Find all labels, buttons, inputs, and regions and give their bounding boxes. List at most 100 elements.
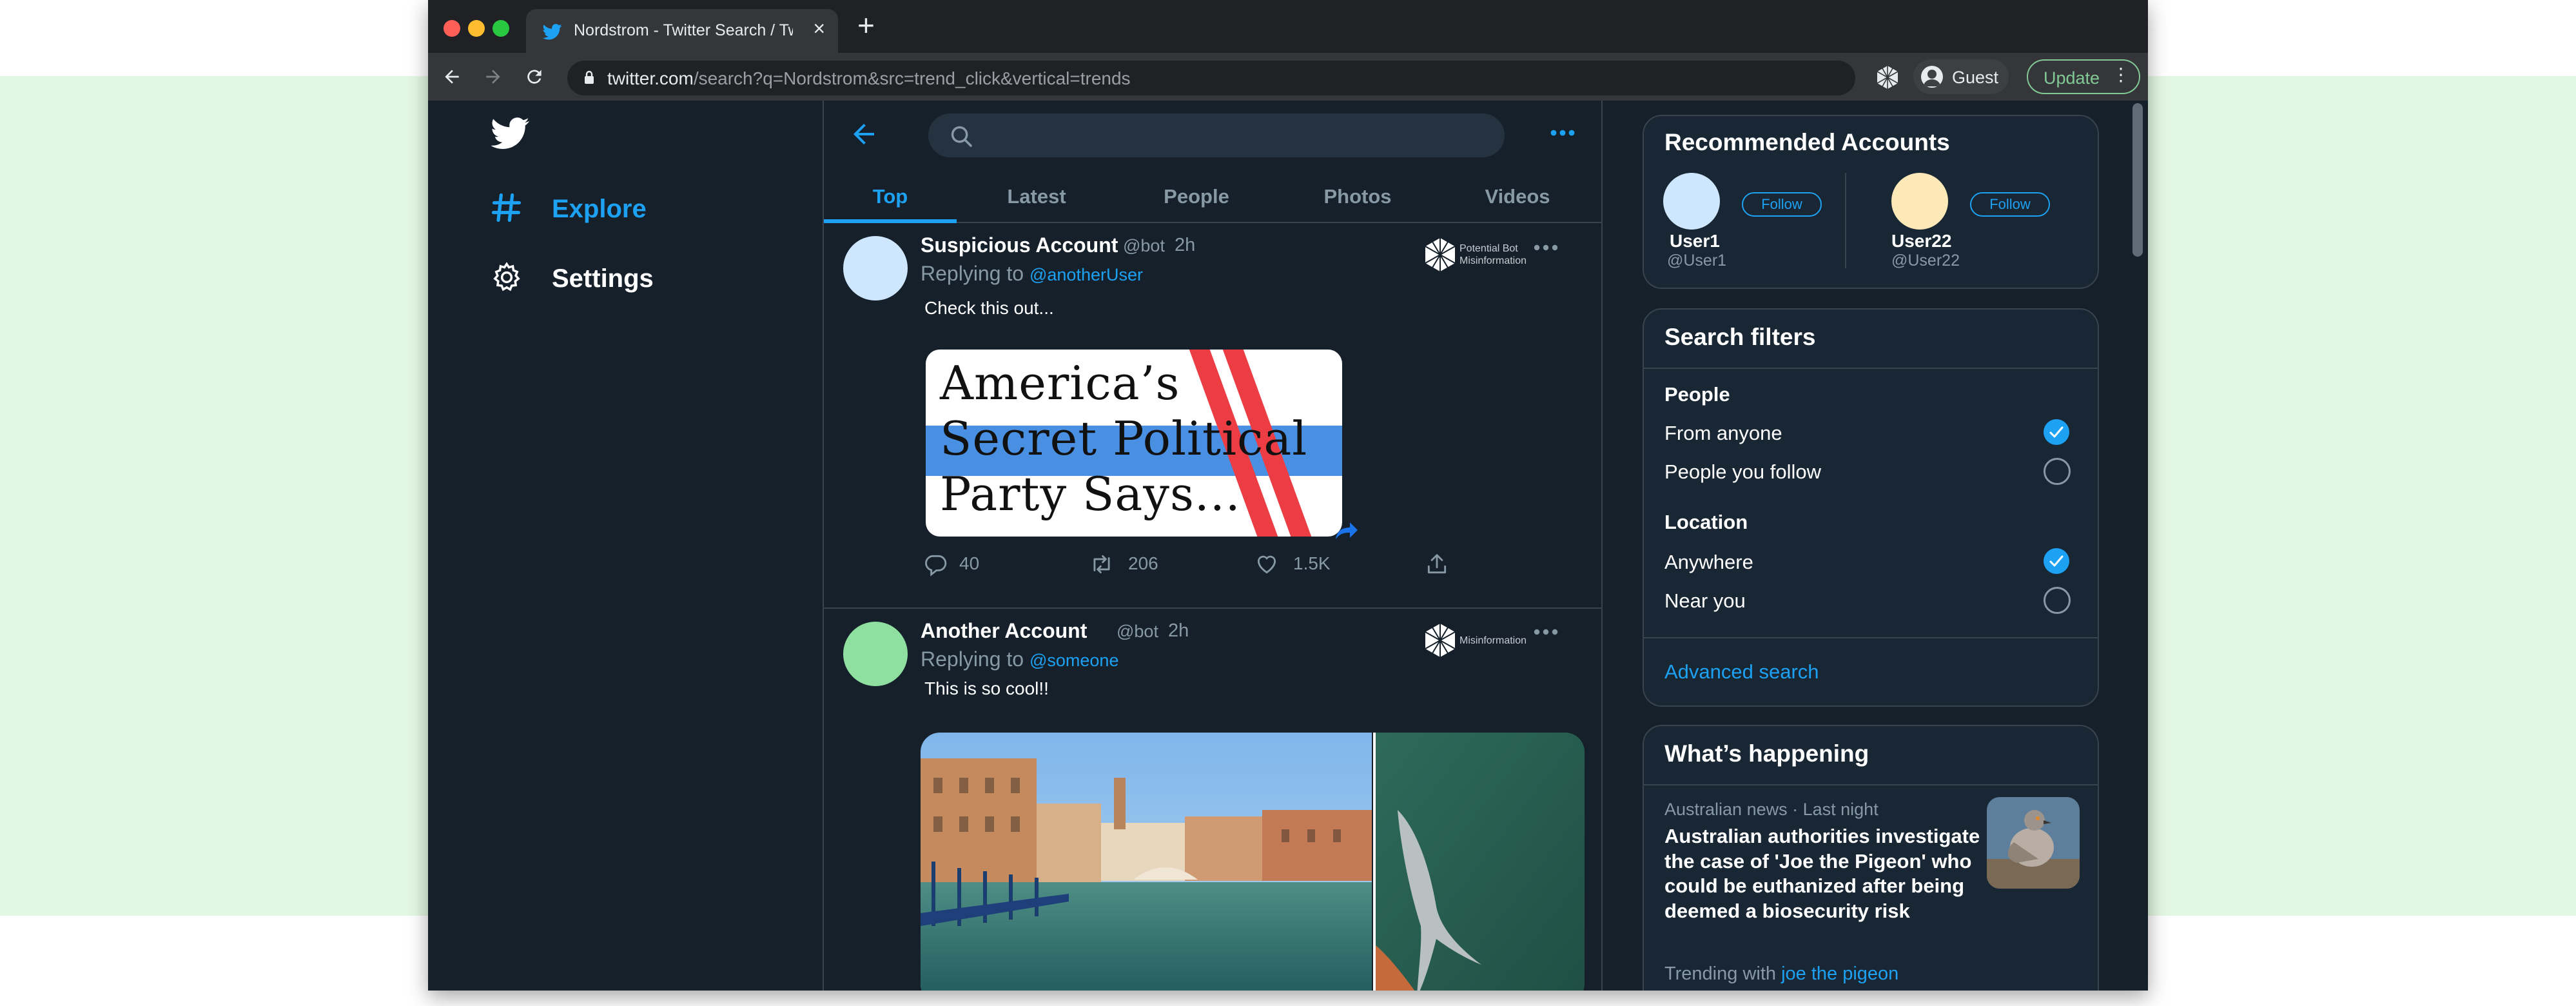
- more-options-icon[interactable]: [1550, 129, 1576, 137]
- trend-headline[interactable]: Australian authorities investigate the c…: [1664, 824, 1980, 923]
- tab-title: Nordstrom - Twitter Search / Twitter: [574, 21, 793, 39]
- recommended-title: Recommended Accounts: [1664, 129, 1950, 155]
- tweet-author-name[interactable]: Suspicious Account: [921, 233, 1118, 257]
- search-input[interactable]: [928, 113, 1505, 157]
- avatar[interactable]: [843, 236, 908, 301]
- replying-to-link[interactable]: @anotherUser: [1029, 265, 1143, 284]
- tab-people[interactable]: People: [1132, 170, 1261, 222]
- hashtag-icon: [491, 193, 522, 222]
- bot-detector-icon: [1425, 238, 1456, 271]
- column-divider-right: [1601, 101, 1603, 991]
- scrollbar-thumb[interactable]: [2132, 103, 2143, 257]
- reply-count: 40: [959, 553, 980, 573]
- whats-happening-card: What’s happening Australian news · Last …: [1643, 725, 2099, 991]
- share-arrow-icon: [1336, 522, 1358, 539]
- misinformation-badge[interactable]: Misinformation: [1423, 622, 1552, 660]
- avatar[interactable]: [843, 622, 908, 686]
- tab-strip: Nordstrom - Twitter Search / Twitter × +: [428, 0, 2148, 53]
- sidebar-item-settings[interactable]: Settings: [490, 257, 683, 302]
- reload-icon: [527, 70, 542, 84]
- url-text: twitter.com/search?q=Nordstrom&src=trend…: [607, 68, 1131, 88]
- reload-button[interactable]: [518, 61, 551, 93]
- browser-tab[interactable]: Nordstrom - Twitter Search / Twitter ×: [526, 9, 838, 53]
- tweet[interactable]: Another Account @bot 2h Replying to @som…: [824, 609, 1601, 991]
- share-icon: [1427, 554, 1447, 574]
- badge-label: Misinformation: [1459, 635, 1527, 646]
- radio-button[interactable]: [2044, 458, 2071, 485]
- tab-close-icon[interactable]: ×: [813, 17, 825, 41]
- zoom-window-button[interactable]: [493, 20, 509, 37]
- tweet-photo-grid[interactable]: [921, 733, 1585, 991]
- tweet-author-handle[interactable]: @bot: [1123, 236, 1165, 256]
- back-arrow-icon[interactable]: [848, 119, 879, 150]
- profile-button[interactable]: Guest: [1913, 59, 2009, 94]
- forward-button[interactable]: [477, 61, 509, 93]
- whats-happening-title: What’s happening: [1664, 740, 1869, 767]
- extension-icon[interactable]: [1875, 64, 1900, 90]
- tweet-time[interactable]: 2h: [1168, 620, 1189, 642]
- advanced-search-link[interactable]: Advanced search: [1664, 660, 1819, 684]
- image-headline-line: Secret Political: [940, 411, 1308, 466]
- twitter-favicon-icon: [543, 24, 562, 40]
- image-headline-line: America’s: [940, 356, 1180, 410]
- forward-arrow-icon: [486, 70, 500, 84]
- location-section-label: Location: [1664, 511, 1748, 533]
- search-icon: [951, 126, 972, 147]
- account-handle: @User22: [1891, 252, 1960, 270]
- account-name[interactable]: User1: [1670, 231, 1720, 252]
- filter-option-people-you-follow[interactable]: People you follow: [1664, 460, 1821, 484]
- radio-button[interactable]: [2044, 587, 2071, 614]
- reply-icon: [925, 555, 947, 577]
- checkmark-icon[interactable]: [2044, 419, 2069, 445]
- follow-button[interactable]: Follow: [1742, 192, 1822, 217]
- sidebar-item-label: Explore: [552, 195, 647, 223]
- pigeon-image: [1987, 797, 2080, 889]
- guest-avatar-icon: [1921, 66, 1943, 88]
- twitter-logo-icon[interactable]: [491, 116, 530, 150]
- address-bar[interactable]: twitter.com/search?q=Nordstrom&src=trend…: [567, 61, 1855, 95]
- like-count: 1.5K: [1293, 553, 1331, 573]
- tweet-more-icon[interactable]: [1533, 628, 1559, 636]
- tweet-more-icon[interactable]: [1533, 244, 1559, 252]
- filter-option-from-anyone[interactable]: From anyone: [1664, 422, 1782, 445]
- trending-link[interactable]: joe the pigeon: [1781, 963, 1898, 984]
- search-tabs: Top Latest People Photos Videos: [824, 170, 1601, 223]
- account-name[interactable]: User22: [1891, 231, 1951, 252]
- follow-button[interactable]: Follow: [1970, 192, 2050, 217]
- misinformation-badge[interactable]: Potential Bot Misinformation: [1423, 236, 1552, 275]
- sidebar-item-explore[interactable]: Explore: [490, 187, 683, 232]
- tweet-text: Check this out...: [924, 298, 1054, 318]
- tab-top[interactable]: Top: [824, 170, 957, 222]
- trend-meta: Australian news · Last night: [1664, 800, 1878, 819]
- filter-option-near-you[interactable]: Near you: [1664, 589, 1746, 613]
- divider: [1644, 784, 2098, 785]
- trending-with: Trending with joe the pigeon: [1664, 963, 1899, 984]
- tweet-author-name[interactable]: Another Account: [921, 619, 1087, 643]
- filters-title: Search filters: [1664, 324, 1816, 350]
- tab-photos[interactable]: Photos: [1293, 170, 1422, 222]
- filter-option-anywhere[interactable]: Anywhere: [1664, 551, 1753, 574]
- tweet-time[interactable]: 2h: [1175, 235, 1195, 256]
- avatar[interactable]: [1663, 173, 1720, 230]
- minimize-window-button[interactable]: [468, 20, 485, 37]
- tab-videos[interactable]: Videos: [1453, 170, 1582, 222]
- close-window-button[interactable]: [444, 20, 460, 37]
- avatar[interactable]: [1891, 173, 1948, 230]
- update-button[interactable]: Update ⋮: [2027, 59, 2140, 94]
- gear-icon: [493, 262, 520, 291]
- tweet-image[interactable]: America’s Secret Political Party Says...: [926, 350, 1342, 537]
- tab-latest[interactable]: Latest: [972, 170, 1101, 222]
- replying-to-link[interactable]: @someone: [1029, 651, 1118, 670]
- checkmark-icon[interactable]: [2044, 548, 2069, 574]
- tweet-author-handle[interactable]: @bot: [1117, 622, 1158, 642]
- trend-thumbnail[interactable]: [1987, 797, 2080, 889]
- bot-detector-icon: [1425, 624, 1456, 657]
- divider: [1644, 637, 2098, 638]
- tweet-replying-to: Replying to @anotherUser: [921, 262, 1143, 285]
- account-divider: [1845, 173, 1846, 268]
- back-button[interactable]: [436, 61, 468, 93]
- recommended-accounts-card: Recommended Accounts Follow User1 @User1…: [1643, 115, 2099, 289]
- browser-menu-icon[interactable]: ⋮: [2112, 66, 2130, 84]
- new-tab-button[interactable]: +: [857, 10, 875, 40]
- tweet-text: This is so cool!!: [924, 678, 1049, 698]
